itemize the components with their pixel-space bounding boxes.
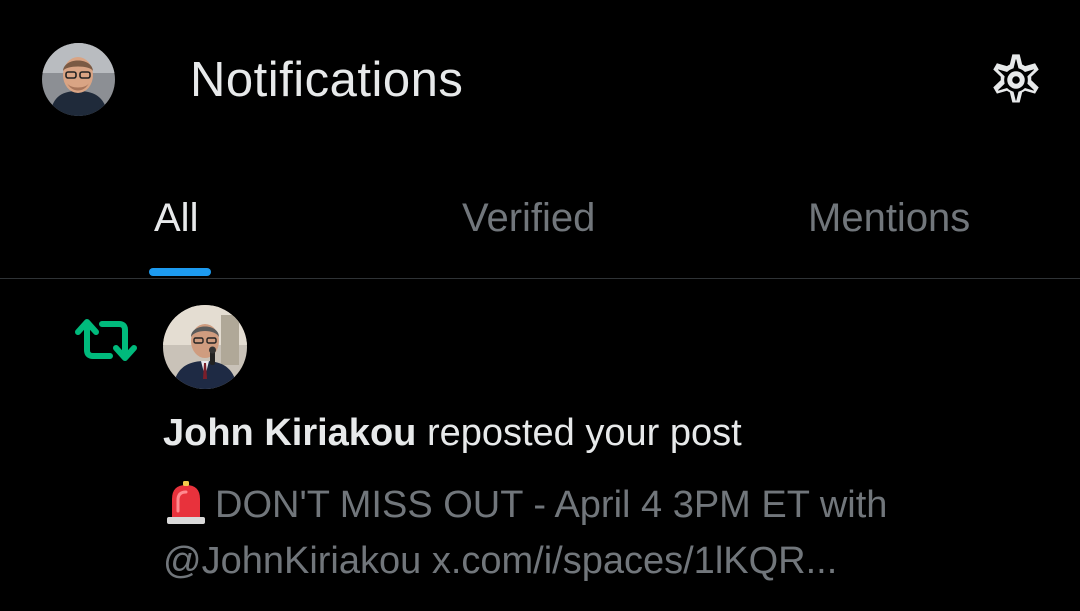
notification-action: reposted your post [426,412,742,454]
preview-line-1: DON'T MISS OUT - April 4 3PM ET with [163,477,1043,533]
actor-avatar[interactable] [163,305,247,389]
settings-button[interactable] [986,50,1046,110]
tab-mentions-label: Mentions [808,196,971,240]
tab-verified-label: Verified [462,196,596,240]
post-preview: DON'T MISS OUT - April 4 3PM ET with @Jo… [163,477,1043,589]
top-bar: Notifications [0,0,1080,160]
user-avatar[interactable] [42,43,115,116]
preview-text-1: DON'T MISS OUT - April 4 3PM ET with [215,484,888,526]
preview-line-2: @JohnKiriakou x.com/i/spaces/1lKQR... [163,540,838,582]
avatar-image [163,305,247,389]
notification-text: John Kiriakou reposted your post [163,412,742,455]
notification-item[interactable]: John Kiriakou reposted your post DON'T M… [0,279,1080,611]
avatar-image [42,43,115,116]
tab-bar: All Verified Mentions [0,160,1080,279]
tab-all-label: All [154,196,199,240]
siren-icon [163,481,209,525]
repost-icon [74,316,138,364]
actor-name[interactable]: John Kiriakou [163,412,416,454]
active-tab-indicator [149,268,211,276]
page-title: Notifications [190,53,464,107]
tab-verified[interactable]: Verified [360,160,720,278]
tab-mentions[interactable]: Mentions [720,160,1080,278]
gear-icon [993,54,1039,103]
tab-all[interactable]: All [0,160,360,278]
